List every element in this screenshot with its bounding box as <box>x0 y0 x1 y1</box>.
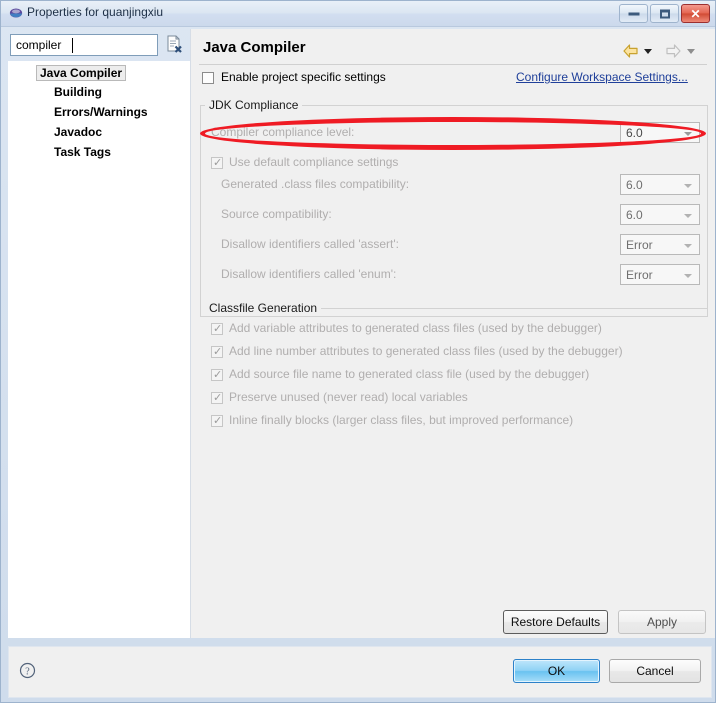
disallow-assert-value: Error <box>626 238 653 252</box>
restore-defaults-button[interactable]: Restore Defaults <box>503 610 608 634</box>
classfile-generation-rule <box>291 308 708 309</box>
window-controls: ✕ <box>619 4 710 24</box>
title-bar[interactable]: Properties for quanjingxiu ✕ <box>1 1 715 27</box>
generated-class-files-compat-dropdown: 6.0 <box>620 174 700 195</box>
enable-project-specific-label: Enable project specific settings <box>221 70 386 84</box>
generated-class-files-compat-label: Generated .class files compatibility: <box>221 177 410 191</box>
classfile-generation-title: Classfile Generation <box>205 301 322 315</box>
configure-workspace-settings-link[interactable]: Configure Workspace Settings... <box>516 70 688 84</box>
ok-label: OK <box>547 664 566 678</box>
minimize-button[interactable] <box>619 4 648 23</box>
filter-input-value: compiler <box>16 38 62 52</box>
tree-item-label: Task Tags <box>54 145 111 159</box>
compiler-compliance-level-label: Compiler compliance level: <box>211 125 355 139</box>
apply-button[interactable]: Apply <box>618 610 706 634</box>
source-compatibility-value: 6.0 <box>626 208 643 222</box>
page-navigation <box>621 41 707 61</box>
page-panel: Java Compiler Enable project specific se… <box>191 29 715 638</box>
tree-item-java-compiler[interactable]: Java Compiler <box>36 65 127 81</box>
check-mark-icon: ✓ <box>213 415 223 427</box>
tree-item-errors-warnings[interactable]: Errors/Warnings <box>54 105 148 119</box>
check-mark-icon: ✓ <box>213 392 223 404</box>
disallow-assert-dropdown: Error <box>620 234 700 255</box>
add-variable-attributes-checkbox: ✓ <box>211 323 223 335</box>
check-mark-icon: ✓ <box>213 157 223 169</box>
source-compatibility-dropdown: 6.0 <box>620 204 700 225</box>
source-compatibility-label: Source compatibility: <box>221 207 332 221</box>
use-default-compliance-checkbox: ✓ <box>211 157 223 169</box>
disallow-enum-value: Error <box>626 268 653 282</box>
ok-button[interactable]: OK <box>513 659 600 683</box>
chevron-down-icon <box>684 214 692 218</box>
tree-item-label: Errors/Warnings <box>54 105 148 119</box>
forward-arrow-icon <box>666 44 681 58</box>
jdk-compliance-title: JDK Compliance <box>205 98 303 112</box>
check-mark-icon: ✓ <box>213 323 223 335</box>
text-caret <box>72 38 73 53</box>
cancel-label: Cancel <box>636 664 674 678</box>
back-menu-chevron-down-icon[interactable] <box>644 49 652 54</box>
add-variable-attributes-label: Add variable attributes to generated cla… <box>229 321 602 335</box>
minimize-icon <box>628 12 639 15</box>
page-title: Java Compiler <box>203 39 306 56</box>
header-divider <box>199 64 707 65</box>
help-icon[interactable]: ? <box>19 662 36 679</box>
preserve-unused-locals-label: Preserve unused (never read) local varia… <box>229 390 468 404</box>
settings-tree[interactable]: Java Compiler Building Errors/Warnings J… <box>8 61 190 638</box>
chevron-down-icon <box>684 244 692 248</box>
add-line-number-attributes-checkbox: ✓ <box>211 346 223 358</box>
tree-item-task-tags[interactable]: Task Tags <box>54 145 111 159</box>
add-source-file-name-checkbox: ✓ <box>211 369 223 381</box>
close-button[interactable]: ✕ <box>681 4 710 23</box>
disallow-enum-dropdown: Error <box>620 264 700 285</box>
forward-menu-chevron-down-icon <box>687 49 695 54</box>
cancel-button[interactable]: Cancel <box>609 659 701 683</box>
restore-defaults-label: Restore Defaults <box>510 615 601 629</box>
close-icon: ✕ <box>690 6 701 21</box>
tree-item-label: Building <box>54 85 102 99</box>
disallow-assert-label: Disallow identifiers called 'assert': <box>221 237 399 251</box>
back-arrow-icon[interactable] <box>621 41 641 61</box>
window-title: Properties for quanjingxiu <box>27 5 164 19</box>
check-mark-icon: ✓ <box>213 369 223 381</box>
tree-item-label: Javadoc <box>54 125 103 139</box>
clear-filter-icon[interactable] <box>165 35 183 54</box>
compiler-compliance-level-dropdown[interactable]: 6.0 <box>620 122 700 143</box>
chevron-down-icon <box>684 274 692 278</box>
add-line-number-attributes-label: Add line number attributes to generated … <box>229 344 623 358</box>
maximize-button[interactable] <box>650 4 679 23</box>
chevron-down-icon <box>684 184 692 188</box>
inline-finally-blocks-checkbox: ✓ <box>211 415 223 427</box>
dialog-button-bar <box>8 646 712 698</box>
tree-item-building[interactable]: Building <box>54 85 102 99</box>
preserve-unused-locals-checkbox: ✓ <box>211 392 223 404</box>
inline-finally-blocks-label: Inline finally blocks (larger class file… <box>229 413 574 427</box>
chevron-down-icon <box>684 132 692 136</box>
add-source-file-name-label: Add source file name to generated class … <box>229 367 590 381</box>
compiler-compliance-level-value: 6.0 <box>626 126 643 140</box>
use-default-compliance-label: Use default compliance settings <box>229 155 399 169</box>
eclipse-icon <box>9 8 23 18</box>
tree-item-javadoc[interactable]: Javadoc <box>54 125 102 139</box>
enable-project-specific-checkbox[interactable] <box>202 72 214 84</box>
apply-label: Apply <box>646 615 678 629</box>
generated-class-files-compat-value: 6.0 <box>626 178 643 192</box>
svg-text:?: ? <box>25 666 30 677</box>
tree-item-label: Java Compiler <box>40 66 123 80</box>
maximize-icon <box>659 9 670 18</box>
check-mark-icon: ✓ <box>213 346 223 358</box>
filter-input[interactable]: compiler <box>10 34 158 56</box>
properties-dialog: Properties for quanjingxiu ✕ compiler Ja… <box>0 0 716 703</box>
disallow-enum-label: Disallow identifiers called 'enum': <box>221 267 397 281</box>
